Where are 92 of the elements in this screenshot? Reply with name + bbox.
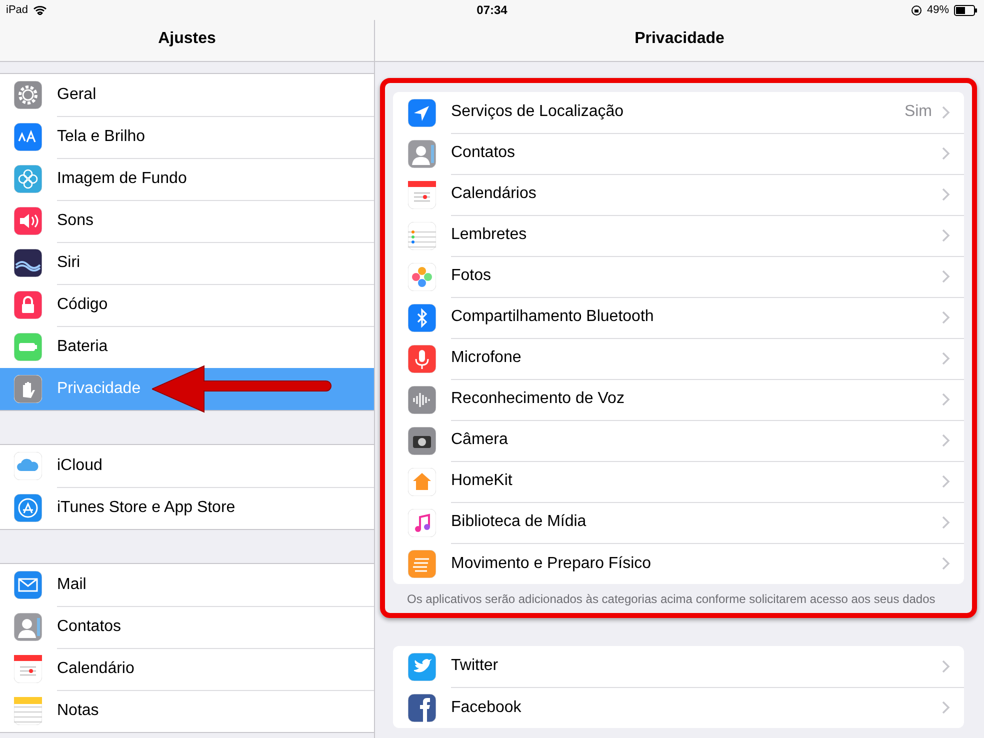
chevron-icon — [942, 557, 950, 570]
wifi-icon — [33, 5, 48, 15]
gear-icon — [14, 81, 42, 109]
item-label: Contatos — [451, 144, 516, 162]
bluetooth-icon — [408, 304, 436, 332]
sidebar-item[interactable]: Tela e Brilho — [0, 116, 374, 158]
privacy-item[interactable]: Compartilhamento Bluetooth — [393, 297, 964, 338]
calendar-icon — [408, 180, 436, 208]
app-store-icon — [14, 494, 42, 522]
item-label: Lembretes — [451, 226, 528, 244]
sidebar-item[interactable]: iCloud — [0, 445, 374, 487]
chevron-icon — [942, 660, 950, 672]
music-note-icon — [408, 508, 436, 536]
chevron-icon — [942, 310, 950, 324]
sound-wave-icon — [408, 386, 436, 414]
privacy-item[interactable]: Microfone — [393, 338, 964, 379]
battery-icon — [954, 4, 978, 16]
sidebar-item[interactable]: Sons — [0, 200, 374, 242]
waves-icon — [14, 249, 42, 277]
item-label: Movimento e Preparo Físico — [451, 554, 652, 572]
battery-percentage: 49% — [926, 4, 949, 16]
privacy-item[interactable]: Fotos — [393, 256, 964, 297]
chevron-icon — [942, 270, 950, 282]
sidebar-item[interactable]: Contatos — [0, 606, 374, 648]
lines-icon — [408, 550, 436, 578]
item-label: Reconhecimento de Voz — [451, 390, 626, 408]
flower-icon — [408, 262, 436, 290]
privacy-item[interactable]: HomeKit — [393, 461, 964, 502]
item-label: Calendários — [451, 185, 538, 203]
item-label: Serviços de Localização — [451, 103, 625, 121]
envelope-icon — [14, 571, 42, 599]
privacy-item[interactable]: Serviços de Localização Sim — [393, 92, 964, 133]
chevron-icon — [942, 106, 950, 118]
calendar-icon — [14, 655, 42, 683]
chevron-icon — [942, 701, 950, 714]
privacy-item[interactable]: Calendários — [393, 174, 964, 215]
clock-time: 07:34 — [476, 3, 508, 17]
sidebar-item[interactable]: Geral — [0, 74, 374, 116]
privacy-item[interactable]: Facebook — [393, 687, 964, 728]
house-icon — [408, 468, 436, 496]
chevron-icon — [942, 516, 950, 528]
hand-icon — [14, 375, 42, 403]
privacy-item[interactable]: Biblioteca de Mídia — [393, 502, 964, 543]
letters-icon — [14, 123, 42, 151]
chevron-icon — [942, 392, 950, 406]
location-arrow-icon — [408, 98, 436, 126]
cloud-icon — [14, 452, 42, 480]
sidebar-title: Ajustes — [158, 30, 216, 49]
bird-icon — [408, 652, 436, 680]
chevron-icon — [942, 146, 950, 160]
item-label: HomeKit — [451, 472, 514, 490]
section-footer: Os aplicativos serão adicionados às categorias acima conforme solicitarem acesso aos seus dados — [393, 584, 964, 613]
item-label: Microfone — [451, 349, 522, 367]
sidebar-item[interactable]: iTunes Store e App Store — [0, 487, 374, 529]
privacy-item[interactable]: Câmera — [393, 420, 964, 461]
rotation-lock-icon — [910, 4, 922, 16]
camera-icon — [408, 426, 436, 454]
sidebar-item[interactable]: Imagem de Fundo — [0, 158, 374, 200]
facebook-icon — [408, 694, 436, 722]
chevron-icon — [942, 352, 950, 364]
item-value: Sim — [904, 103, 932, 121]
speaker-icon — [14, 207, 42, 235]
sidebar-item[interactable]: Mail — [0, 564, 374, 606]
chevron-icon — [942, 434, 950, 446]
chevron-icon — [942, 474, 950, 488]
sidebar-item[interactable]: Código — [0, 284, 374, 326]
sidebar-item[interactable]: Notas — [0, 690, 374, 732]
privacy-item[interactable]: Reconhecimento de Voz — [393, 379, 964, 420]
flower-icon — [14, 165, 42, 193]
microphone-icon — [408, 344, 436, 372]
privacy-item[interactable]: Twitter — [393, 646, 964, 687]
battery-icon — [14, 333, 42, 361]
sidebar-item[interactable]: Siri — [0, 242, 374, 284]
item-label: Compartilhamento Bluetooth — [451, 308, 655, 326]
privacy-item[interactable]: Lembretes — [393, 215, 964, 256]
privacy-item[interactable]: Movimento e Preparo Físico — [393, 543, 964, 584]
sidebar-item[interactable]: Calendário — [0, 648, 374, 690]
page-title: Privacidade — [634, 30, 724, 49]
notes-icon — [14, 697, 42, 725]
chevron-icon — [942, 188, 950, 200]
item-label: Câmera — [451, 431, 509, 449]
chevron-icon — [942, 228, 950, 242]
contact-icon — [14, 613, 42, 641]
item-label: Facebook — [451, 698, 522, 716]
contact-icon — [408, 140, 436, 168]
item-label: Fotos — [451, 267, 492, 285]
privacy-item[interactable]: Contatos — [393, 133, 964, 174]
lock-icon — [14, 291, 42, 319]
list-icon — [408, 222, 436, 250]
item-label: Biblioteca de Mídia — [451, 513, 588, 531]
device-name: iPad — [6, 4, 28, 16]
item-label: Twitter — [451, 657, 500, 675]
